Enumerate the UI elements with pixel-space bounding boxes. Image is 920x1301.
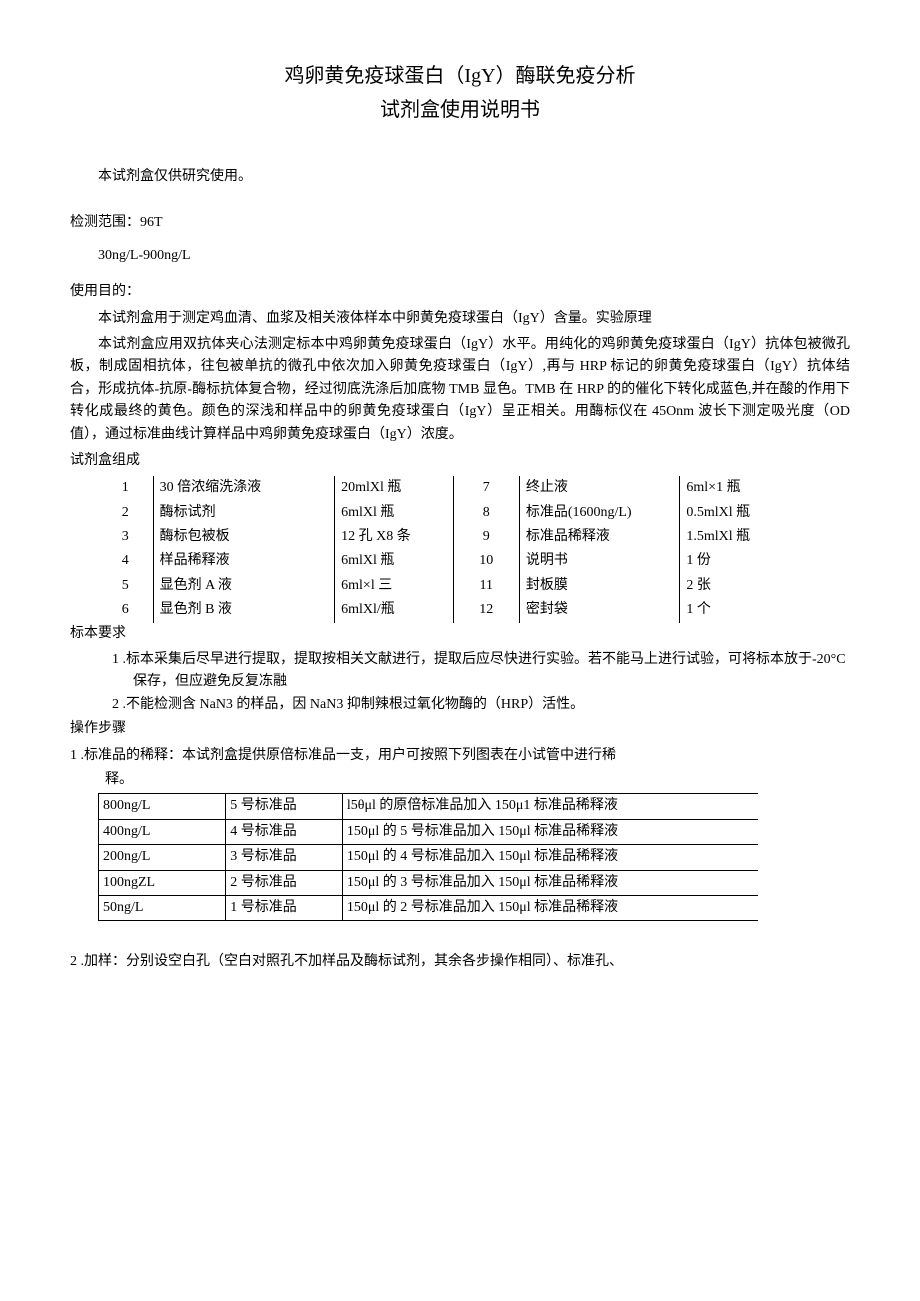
- table-row: 6显色剂 B 液6mlXl/瓶12密封袋1 个: [98, 598, 798, 622]
- table-cell: 标准品稀释液: [519, 525, 680, 549]
- table-cell: 显色剂 A 液: [153, 574, 335, 598]
- table-cell: 6ml×1 瓶: [680, 476, 798, 500]
- table-cell: 10: [453, 549, 519, 573]
- table-cell: 12: [453, 598, 519, 622]
- table-cell: 显色剂 B 液: [153, 598, 335, 622]
- dilution-table: 800ng/L5 号标准品l5θμl 的原倍标准品加入 150μ1 标准品稀释液…: [98, 793, 758, 921]
- detect-range-value: 30ng/L-900ng/L: [98, 245, 850, 267]
- table-row: 100ngZL2 号标准品150μl 的 3 号标准品加入 150μl 标准品稀…: [99, 870, 759, 895]
- table-cell: 1 个: [680, 598, 798, 622]
- table-cell: 6mlXl 瓶: [335, 549, 454, 573]
- table-cell: 150μl 的 5 号标准品加入 150μl 标准品稀释液: [342, 819, 758, 844]
- table-cell: 1.5mlXl 瓶: [680, 525, 798, 549]
- table-row: 130 倍浓缩洗涤液20mlXl 瓶7终止液6ml×1 瓶: [98, 476, 798, 500]
- table-cell: 酶标包被板: [153, 525, 335, 549]
- step-1-line-b: 释。: [105, 769, 850, 791]
- table-cell: 样品稀释液: [153, 549, 335, 573]
- step-1-line-a: 1 .标准品的稀释：本试剂盒提供原倍标准品一支，用户可按照下列图表在小试管中进行…: [70, 745, 850, 767]
- table-row: 200ng/L3 号标准品150μl 的 4 号标准品加入 150μl 标准品稀…: [99, 845, 759, 870]
- table-row: 3酶标包被板12 孔 X8 条9标准品稀释液1.5mlXl 瓶: [98, 525, 798, 549]
- table-cell: 密封袋: [519, 598, 680, 622]
- list-item: 2 .不能检测含 NaN3 的样品，因 NaN3 抑制辣根过氧化物酶的（HRP）…: [112, 694, 850, 716]
- table-row: 2酶标试剂6mlXl 瓶8标准品(1600ng/L)0.5mlXl 瓶: [98, 501, 798, 525]
- table-cell: 1 份: [680, 549, 798, 573]
- table-cell: 封板膜: [519, 574, 680, 598]
- table-row: 4样品稀释液6mlXl 瓶10说明书1 份: [98, 549, 798, 573]
- table-cell: 4: [98, 549, 153, 573]
- table-row: 5显色剂 A 液6ml×l 三11封板膜2 张: [98, 574, 798, 598]
- table-cell: 6ml×l 三: [335, 574, 454, 598]
- table-cell: 酶标试剂: [153, 501, 335, 525]
- table-row: 400ng/L4 号标准品150μl 的 5 号标准品加入 150μl 标准品稀…: [99, 819, 759, 844]
- table-cell: 3 号标准品: [226, 845, 343, 870]
- table-cell: 2 号标准品: [226, 870, 343, 895]
- specimen-label: 标本要求: [70, 623, 850, 645]
- table-cell: 200ng/L: [99, 845, 226, 870]
- table-cell: 20mlXl 瓶: [335, 476, 454, 500]
- table-cell: 5: [98, 574, 153, 598]
- table-cell: 5 号标准品: [226, 794, 343, 819]
- table-cell: 9: [453, 525, 519, 549]
- doc-title-line2: 试剂盒使用说明书: [70, 94, 850, 126]
- table-row: 800ng/L5 号标准品l5θμl 的原倍标准品加入 150μ1 标准品稀释液: [99, 794, 759, 819]
- table-cell: 150μl 的 2 号标准品加入 150μl 标准品稀释液: [342, 895, 758, 920]
- table-cell: 标准品(1600ng/L): [519, 501, 680, 525]
- table-cell: 8: [453, 501, 519, 525]
- table-cell: 0.5mlXl 瓶: [680, 501, 798, 525]
- table-cell: 7: [453, 476, 519, 500]
- principle-body: 本试剂盒应用双抗体夹心法测定标本中鸡卵黄免疫球蛋白（IgY）水平。用纯化的鸡卵黄…: [70, 334, 850, 446]
- table-cell: 30 倍浓缩洗涤液: [153, 476, 335, 500]
- table-cell: 12 孔 X8 条: [335, 525, 454, 549]
- table-cell: 说明书: [519, 549, 680, 573]
- table-cell: 100ngZL: [99, 870, 226, 895]
- table-cell: 1 号标准品: [226, 895, 343, 920]
- specimen-requirements: 1 .标本采集后尽早进行提取，提取按相关文献进行，提取后应尽快进行实验。若不能马…: [112, 649, 850, 716]
- purpose-label: 使用目的：: [70, 281, 850, 303]
- table-cell: 2: [98, 501, 153, 525]
- table-cell: 150μl 的 3 号标准品加入 150μl 标准品稀释液: [342, 870, 758, 895]
- table-cell: 50ng/L: [99, 895, 226, 920]
- purpose-body: 本试剂盒用于测定鸡血清、血浆及相关液体样本中卵黄免疫球蛋白（IgY）含量。实验原…: [70, 308, 850, 330]
- step-2: 2 .加样：分别设空白孔（空白对照孔不加样品及酶标试剂，其余各步操作相同）、标准…: [70, 951, 850, 973]
- table-row: 50ng/L1 号标准品150μl 的 2 号标准品加入 150μl 标准品稀释…: [99, 895, 759, 920]
- table-cell: 2 张: [680, 574, 798, 598]
- table-cell: 800ng/L: [99, 794, 226, 819]
- table-cell: 4 号标准品: [226, 819, 343, 844]
- doc-title-line1: 鸡卵黄免疫球蛋白（IgY）酶联免疫分析: [70, 60, 850, 92]
- table-cell: 3: [98, 525, 153, 549]
- detect-range-label: 检测范围：96T: [70, 212, 850, 234]
- table-cell: l5θμl 的原倍标准品加入 150μ1 标准品稀释液: [342, 794, 758, 819]
- table-cell: 400ng/L: [99, 819, 226, 844]
- table-cell: 11: [453, 574, 519, 598]
- research-only-note: 本试剂盒仅供研究使用。: [70, 166, 850, 188]
- table-cell: 6mlXl 瓶: [335, 501, 454, 525]
- table-cell: 150μl 的 4 号标准品加入 150μl 标准品稀释液: [342, 845, 758, 870]
- table-cell: 1: [98, 476, 153, 500]
- table-cell: 6mlXl/瓶: [335, 598, 454, 622]
- table-cell: 终止液: [519, 476, 680, 500]
- composition-table: 130 倍浓缩洗涤液20mlXl 瓶7终止液6ml×1 瓶2酶标试剂6mlXl …: [98, 476, 798, 622]
- table-cell: 6: [98, 598, 153, 622]
- composition-label: 试剂盒组成: [70, 450, 850, 472]
- list-item: 1 .标本采集后尽早进行提取，提取按相关文献进行，提取后应尽快进行实验。若不能马…: [112, 649, 850, 694]
- operations-label: 操作步骤: [70, 718, 850, 740]
